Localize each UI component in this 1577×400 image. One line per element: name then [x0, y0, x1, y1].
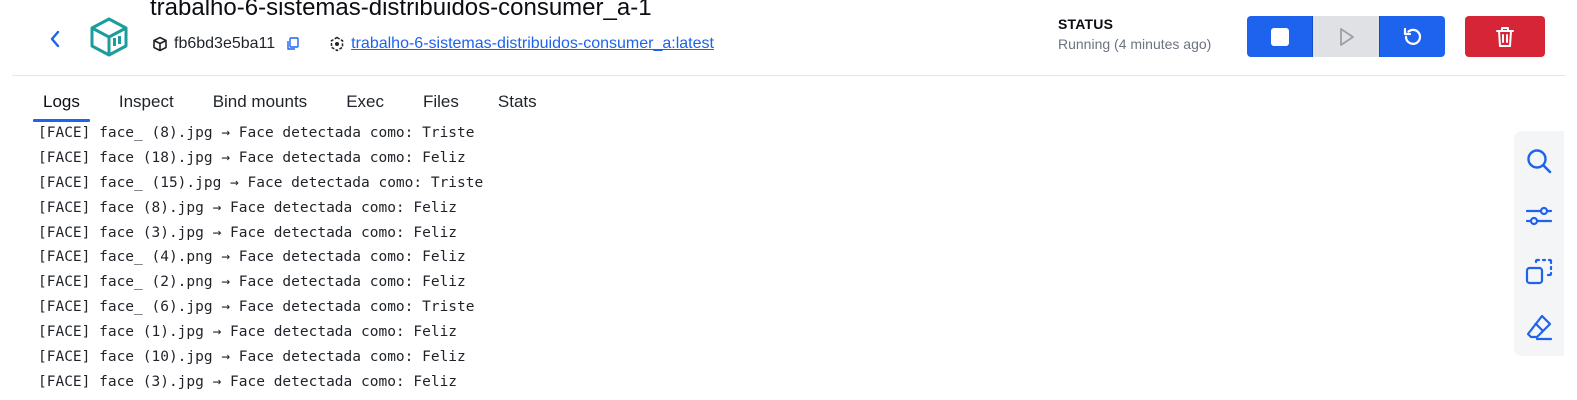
status-label: STATUS [1058, 16, 1114, 32]
delete-button[interactable] [1465, 16, 1545, 57]
tab-bar: Logs Inspect Bind mounts Exec Files Stat… [24, 88, 576, 122]
log-settings-button[interactable] [1523, 200, 1555, 232]
log-line: [FACE] face (8).jpg → Face detectada com… [38, 199, 458, 216]
log-line: [FACE] face_ (4).png → Face detectada co… [38, 249, 466, 266]
back-button[interactable] [42, 26, 68, 52]
image-link[interactable]: trabalho-6-sistemas-distribuidos-consume… [351, 35, 714, 53]
restart-icon [1403, 27, 1421, 45]
tab-files[interactable]: Files [423, 88, 459, 122]
container-id: fb6bd3e5ba11 [174, 35, 276, 52]
stop-button[interactable] [1247, 16, 1313, 57]
tab-stats[interactable]: Stats [498, 88, 537, 122]
filter-settings-icon [1525, 206, 1553, 226]
search-logs-button[interactable] [1523, 145, 1555, 177]
log-line: [FACE] face_ (8).jpg → Face detectada co… [38, 125, 475, 141]
log-line: [FACE] face_ (2).png → Face detectada co… [38, 274, 466, 291]
copy-logs-icon [1525, 258, 1553, 285]
log-line: [FACE] face (1).jpg → Face detectada com… [38, 324, 458, 341]
tab-logs[interactable]: Logs [33, 88, 90, 122]
play-icon [1340, 27, 1354, 46]
container-header: trabalho-6-sistemas-distribuidos-consume… [0, 0, 1577, 76]
image-icon [329, 36, 345, 52]
log-line: [FACE] face (18).jpg → Face detectada co… [38, 149, 466, 166]
cube-icon [152, 36, 168, 52]
container-actions [1247, 16, 1445, 57]
tab-exec[interactable]: Exec [346, 88, 384, 122]
clear-eraser-icon [1526, 314, 1553, 341]
trash-icon [1496, 26, 1514, 47]
page-title: trabalho-6-sistemas-distribuidos-consume… [150, 0, 652, 21]
clear-logs-button[interactable] [1523, 311, 1555, 343]
container-meta: fb6bd3e5ba11 trabalho-6-sistemas-distrib… [152, 35, 714, 53]
status-block: STATUS Running (4 minutes ago) [1058, 16, 1211, 52]
status-text: Running (4 minutes ago) [1058, 36, 1212, 52]
copy-icon[interactable] [285, 36, 301, 52]
log-output[interactable]: [FACE] face_ (8).jpg → Face detectada co… [38, 122, 483, 396]
log-line: [FACE] face (10).jpg → Face detectada co… [38, 349, 466, 366]
chevron-left-icon [50, 30, 60, 48]
container-icon [88, 16, 130, 58]
stop-icon [1270, 27, 1289, 46]
search-icon [1527, 149, 1552, 174]
log-line: [FACE] face_ (15).jpg → Face detectada c… [38, 174, 484, 191]
copy-logs-button[interactable] [1523, 256, 1555, 288]
tab-inspect[interactable]: Inspect [119, 88, 174, 122]
log-line: [FACE] face_ (6).jpg → Face detectada co… [38, 299, 475, 316]
restart-button[interactable] [1379, 16, 1445, 57]
log-line: [FACE] face (3).jpg → Face detectada com… [38, 224, 458, 241]
start-button[interactable] [1313, 16, 1379, 57]
log-toolbar [1514, 131, 1564, 356]
log-line: [FACE] face (3).jpg → Face detectada com… [38, 373, 458, 390]
header-divider [12, 75, 1565, 76]
tab-bind-mounts[interactable]: Bind mounts [213, 88, 308, 122]
